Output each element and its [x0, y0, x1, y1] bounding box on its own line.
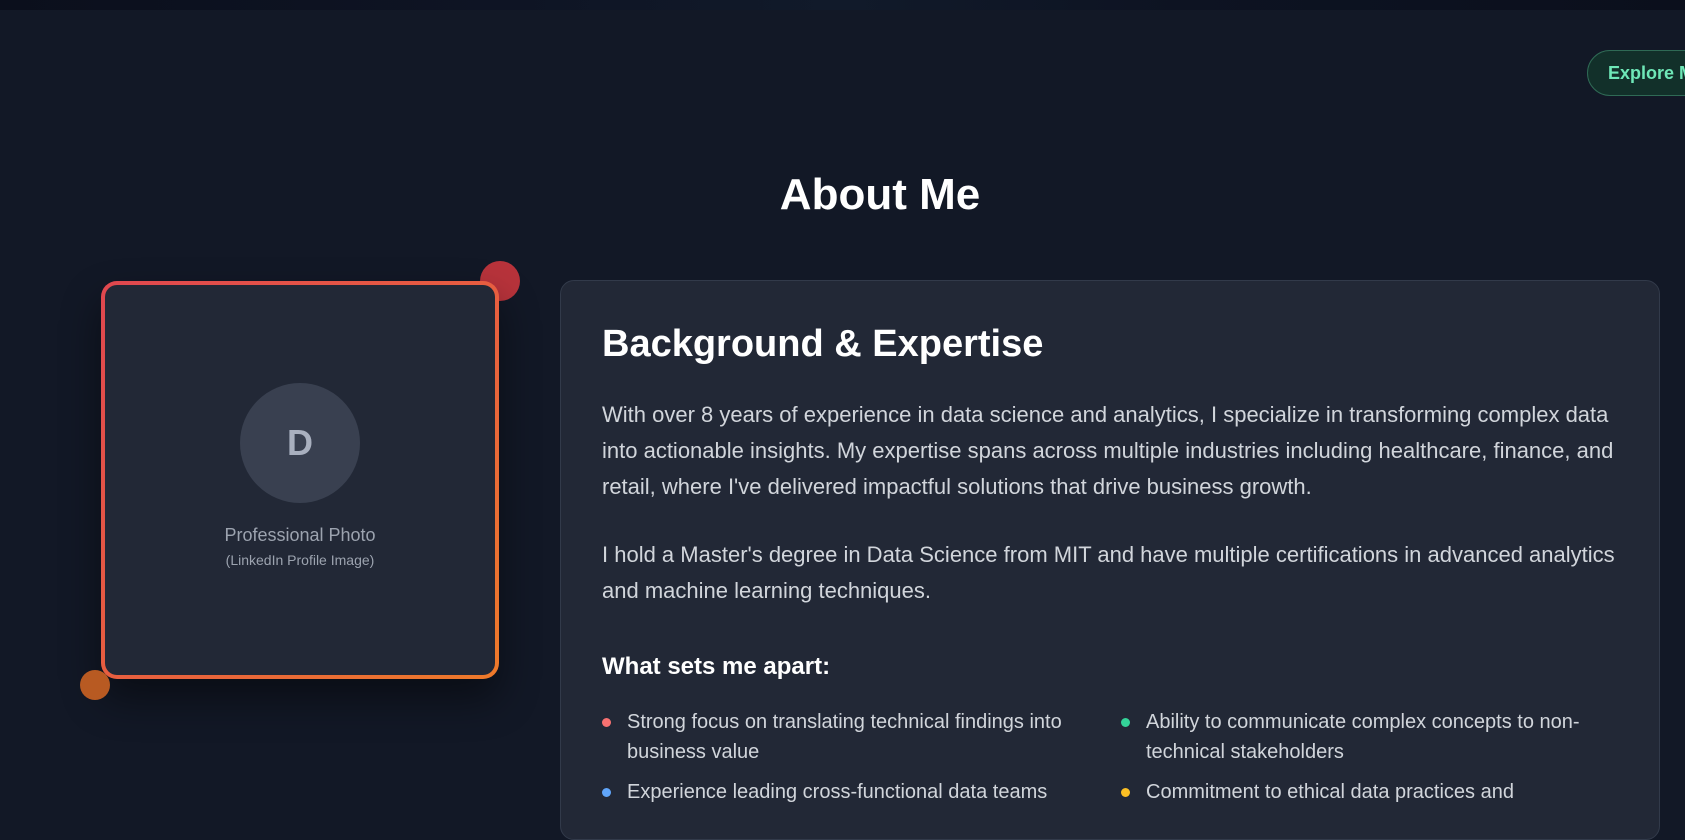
explore-button-label: Explore M — [1608, 62, 1685, 83]
bullet-dot-icon — [1121, 788, 1130, 797]
photo-caption: Professional Photo — [224, 524, 376, 545]
photo-subcaption: (LinkedIn Profile Image) — [225, 551, 375, 568]
bullet-dot-icon — [602, 788, 611, 797]
decorative-dot-orange — [80, 670, 110, 700]
explore-button[interactable]: Explore M — [1587, 50, 1685, 96]
top-banner-strip — [0, 0, 1685, 10]
photo-placeholder: D Professional Photo (LinkedIn Profile I… — [105, 285, 495, 675]
feature-text: Strong focus on translating technical fi… — [627, 711, 1062, 763]
bullet-dot-icon — [602, 718, 611, 727]
apart-heading: What sets me apart: — [602, 653, 831, 680]
feature-item: Strong focus on translating technical fi… — [602, 707, 1082, 767]
feature-item: Commitment to ethical data practices and — [1121, 777, 1621, 807]
about-paragraph-2: I hold a Master's degree in Data Science… — [602, 542, 1615, 603]
feature-text: Ability to communicate complex concepts … — [1146, 711, 1580, 763]
about-paragraph-1: With over 8 years of experience in data … — [602, 402, 1614, 499]
avatar: D — [240, 382, 360, 503]
feature-text: Experience leading cross-functional data… — [627, 781, 1048, 803]
feature-item: Ability to communicate complex concepts … — [1121, 707, 1621, 767]
bullet-dot-icon — [1121, 718, 1130, 727]
avatar-initial: D — [287, 421, 313, 463]
section-title: About Me — [779, 170, 981, 219]
feature-text: Commitment to ethical data practices and — [1146, 781, 1514, 803]
about-heading: Background & Expertise — [602, 323, 1044, 365]
feature-item: Experience leading cross-functional data… — [602, 777, 1082, 807]
profile-photo-frame: D Professional Photo (LinkedIn Profile I… — [101, 281, 499, 679]
about-card: Background & Expertise With over 8 years… — [560, 280, 1660, 840]
